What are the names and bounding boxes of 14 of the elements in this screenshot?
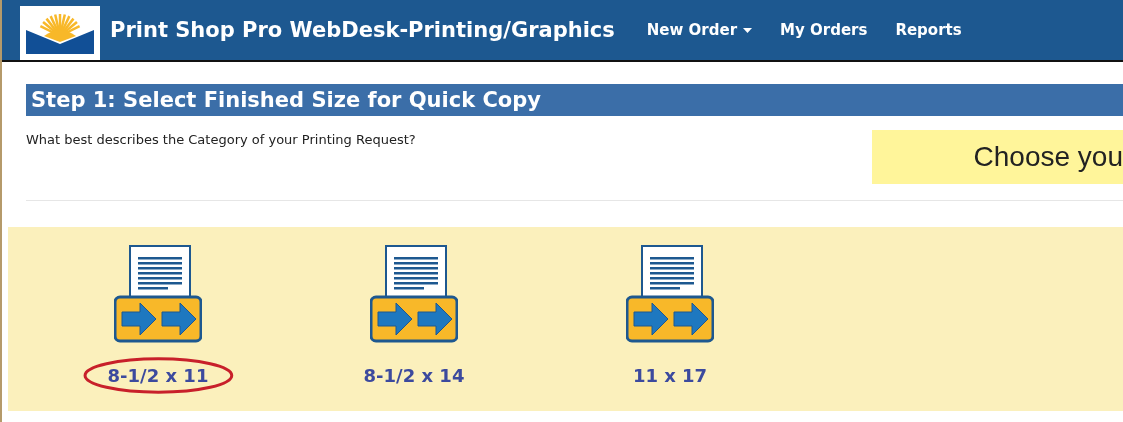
nav-link[interactable]: New Order [646,21,753,39]
size-option[interactable]: 8-1/2 x 14 [337,357,491,394]
caret-icon [743,27,753,33]
app-title: Print Shop Pro WebDesk-Printing/Graphics [110,18,615,42]
question-text: What best describes the Category of your Printing Request? [26,132,416,149]
callout-banner: Choose you [872,130,1123,184]
size-option[interactable]: 8-1/2 x 11 [81,357,235,394]
nav-link[interactable]: Reports [895,21,962,39]
nav-link[interactable]: My Orders [780,21,868,39]
size-option[interactable]: 11 x 17 [606,357,734,394]
printer-icon [114,245,202,343]
step-heading: Step 1: Select Finished Size for Quick Copy [26,84,1123,116]
printer-icon [626,245,714,343]
printer-icon [370,245,458,343]
